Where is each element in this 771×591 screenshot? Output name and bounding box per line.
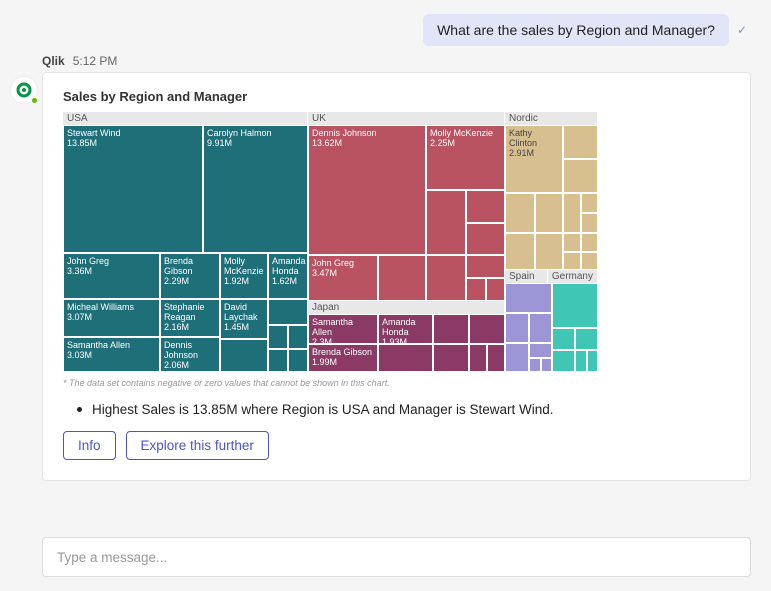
treemap-chart[interactable]: USA Stewart Wind13.85M Carolyn Halmon9.9… — [63, 112, 730, 372]
treemap-cell[interactable] — [505, 343, 529, 372]
bullet-icon — [77, 407, 82, 412]
treemap-cell[interactable] — [529, 343, 552, 358]
treemap-cell[interactable] — [268, 325, 288, 349]
chart-title: Sales by Region and Manager — [63, 89, 730, 104]
treemap-cell[interactable] — [563, 233, 581, 252]
treemap-cell[interactable]: Brenda Gibson2.29M — [160, 253, 220, 299]
treemap-cell[interactable] — [505, 193, 535, 233]
treemap-cell[interactable] — [268, 299, 308, 325]
treemap-cell[interactable] — [552, 350, 575, 372]
treemap-cell[interactable]: Molly McKenzie2.25M — [426, 125, 505, 190]
chart-footnote: * The data set contains negative or zero… — [63, 378, 730, 388]
treemap-cell[interactable] — [433, 314, 469, 344]
explore-button[interactable]: Explore this further — [126, 431, 269, 460]
treemap-cell[interactable] — [288, 325, 308, 349]
treemap-cell[interactable] — [575, 350, 587, 372]
treemap-cell[interactable]: David Laychak1.45M — [220, 299, 268, 339]
treemap-cell[interactable]: Dennis Johnson2.06M — [160, 337, 220, 372]
treemap-cell[interactable]: Dennis Johnson13.62M — [308, 125, 426, 255]
qlik-logo-icon — [16, 82, 32, 98]
treemap-cell[interactable]: Amanda Honda1.93M — [378, 314, 433, 344]
treemap-cell[interactable] — [433, 344, 469, 372]
treemap-cell[interactable]: Stewart Wind13.85M — [63, 125, 203, 253]
presence-indicator-icon — [30, 96, 39, 105]
treemap-cell[interactable] — [581, 233, 598, 252]
treemap-cell[interactable] — [378, 255, 426, 301]
treemap-cell[interactable] — [529, 358, 541, 372]
treemap-cell[interactable] — [505, 283, 552, 313]
treemap-cell[interactable] — [581, 252, 598, 270]
treemap-cell[interactable] — [469, 314, 505, 344]
region-header-spain: Spain — [505, 270, 548, 283]
treemap-cell[interactable] — [466, 223, 505, 255]
treemap-cell[interactable] — [581, 213, 598, 233]
treemap-cell[interactable] — [268, 349, 288, 372]
user-message-row: What are the sales by Region and Manager… — [0, 0, 771, 52]
treemap-cell[interactable] — [487, 344, 505, 372]
treemap-cell[interactable] — [563, 125, 598, 159]
treemap-cell[interactable] — [486, 278, 505, 301]
bot-name: Qlik — [42, 54, 65, 68]
region-header-japan: Japan — [308, 301, 505, 314]
treemap-cell[interactable] — [426, 190, 466, 255]
treemap-cell[interactable]: Stephanie Reagan2.16M — [160, 299, 220, 337]
treemap-cell[interactable] — [469, 344, 487, 372]
region-header-nordic: Nordic — [505, 112, 598, 125]
treemap-cell[interactable]: Molly McKenzie1.92M — [220, 253, 268, 299]
treemap-cell[interactable]: John Greg3.47M — [308, 255, 378, 301]
bot-response-card: Sales by Region and Manager USA Stewart … — [42, 72, 751, 481]
treemap-cell[interactable] — [378, 344, 433, 372]
treemap-cell[interactable] — [575, 328, 598, 350]
treemap-cell[interactable] — [220, 339, 268, 372]
treemap-cell[interactable]: Micheal Williams3.07M — [63, 299, 160, 337]
bot-time: 5:12 PM — [73, 54, 118, 68]
treemap-cell[interactable] — [529, 313, 552, 343]
treemap-cell[interactable]: Carolyn Halmon9.91M — [203, 125, 308, 253]
treemap-cell[interactable]: Kathy Clinton2.91M — [505, 125, 563, 193]
sent-check-icon: ✓ — [737, 23, 747, 37]
treemap-cell[interactable]: Samantha Allen2.3M — [308, 314, 378, 344]
treemap-cell[interactable] — [505, 313, 529, 343]
message-input[interactable]: Type a message... — [42, 537, 751, 577]
treemap-cell[interactable] — [466, 255, 505, 278]
treemap-cell[interactable]: Amanda Honda1.62M — [268, 253, 308, 299]
treemap-cell[interactable] — [466, 278, 486, 301]
treemap-cell[interactable] — [587, 350, 598, 372]
treemap-cell[interactable]: John Greg3.36M — [63, 253, 160, 299]
treemap-cell[interactable] — [581, 193, 598, 213]
insight-row: Highest Sales is 13.85M where Region is … — [77, 402, 730, 417]
button-row: Info Explore this further — [63, 431, 730, 460]
treemap-cell[interactable] — [563, 159, 598, 193]
treemap-cell[interactable] — [563, 193, 581, 233]
treemap-cell[interactable] — [552, 328, 575, 350]
treemap-cell[interactable] — [535, 233, 563, 270]
treemap-cell[interactable] — [466, 190, 505, 223]
insight-text: Highest Sales is 13.85M where Region is … — [92, 402, 553, 417]
treemap-cell[interactable] — [426, 255, 466, 301]
user-message-bubble: What are the sales by Region and Manager… — [423, 14, 729, 46]
treemap-cell[interactable] — [552, 283, 598, 328]
treemap-cell[interactable]: Brenda Gibson1.99M — [308, 344, 378, 372]
region-header-usa: USA — [63, 112, 308, 125]
treemap-cell[interactable] — [288, 349, 308, 372]
treemap-cell[interactable]: Samantha Allen3.03M — [63, 337, 160, 372]
treemap-cell[interactable] — [535, 193, 563, 233]
treemap-cell[interactable] — [505, 233, 535, 270]
treemap-cell[interactable] — [563, 252, 581, 270]
bot-header: Qlik 5:12 PM — [0, 52, 771, 72]
region-header-germany: Germany — [548, 270, 598, 283]
treemap-cell[interactable] — [541, 358, 552, 372]
info-button[interactable]: Info — [63, 431, 116, 460]
region-header-uk: UK — [308, 112, 505, 125]
